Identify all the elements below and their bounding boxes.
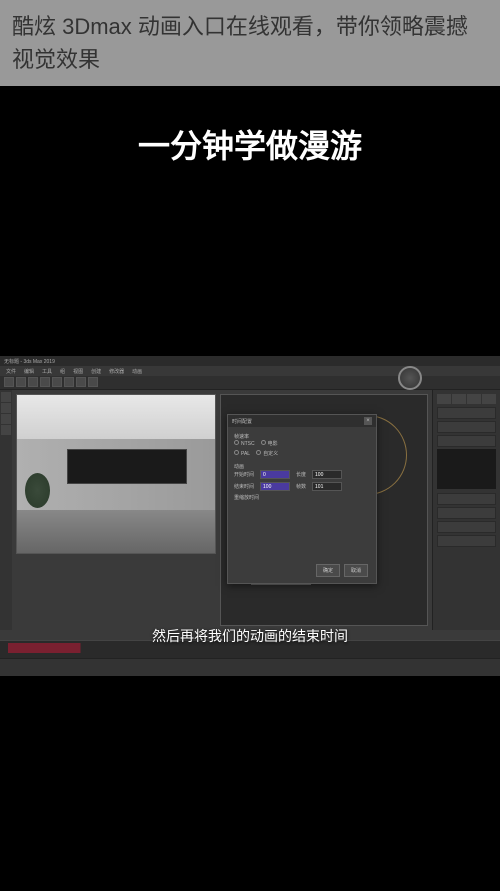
radio-label: NTSC [241, 441, 255, 447]
menubar: 文件 编辑 工具 组 视图 创建 修改器 动画 [0, 366, 500, 376]
radio-label: 自定义 [263, 451, 278, 457]
radio-icon[interactable] [261, 440, 266, 445]
article-title: 酷炫 3Dmax 动画入口在线观看，带你领略震撼视觉效果 [0, 0, 500, 86]
menu-item[interactable]: 编辑 [24, 368, 34, 375]
tool-button[interactable] [1, 403, 11, 413]
cancel-button[interactable]: 取消 [344, 564, 368, 577]
viewports: 时间配置 × 帧速率 NTSC 电影 PAL 自定义 [12, 390, 432, 630]
menu-item[interactable]: 文件 [6, 368, 16, 375]
menu-item[interactable]: 组 [60, 368, 65, 375]
menu-item[interactable]: 创建 [91, 368, 101, 375]
tool-button[interactable] [1, 414, 11, 424]
menu-item[interactable]: 动画 [132, 368, 142, 375]
dialog-title-text: 时间配置 [232, 418, 252, 425]
menu-item[interactable]: 视图 [73, 368, 83, 375]
select-icon[interactable] [28, 377, 38, 387]
length-input[interactable] [312, 470, 342, 479]
panel-row[interactable] [437, 535, 496, 547]
panel-row[interactable] [437, 421, 496, 433]
panel-row[interactable] [437, 493, 496, 505]
radio-icon[interactable] [234, 440, 239, 445]
hierarchy-tab[interactable] [467, 394, 481, 404]
menu-item[interactable]: 工具 [42, 368, 52, 375]
field-label: 开始时间 [234, 471, 254, 478]
section-label: 动画 [234, 463, 370, 470]
time-configuration-dialog[interactable]: 时间配置 × 帧速率 NTSC 电影 PAL 自定义 [227, 414, 377, 584]
viewcube-icon[interactable] [398, 366, 422, 390]
section-label: 帧速率 [234, 433, 370, 440]
video-subtitle: 然后再将我们的动画的结束时间 [152, 626, 348, 646]
panel-preview [437, 449, 496, 489]
left-toolbar [0, 390, 12, 630]
radio-icon[interactable] [256, 450, 261, 455]
panel-row[interactable] [437, 435, 496, 447]
main-toolbar [0, 376, 500, 390]
field-label: 帧数 [296, 483, 306, 490]
command-panel [432, 390, 500, 630]
start-time-input[interactable] [260, 470, 290, 479]
statusbar [0, 658, 500, 676]
create-tab[interactable] [437, 394, 451, 404]
video-player[interactable]: 一分钟学做漫游 无标题 - 3ds Max 2019 文件 编辑 工具 组 视图… [0, 86, 500, 891]
tool-button[interactable] [1, 392, 11, 402]
rotate-icon[interactable] [52, 377, 62, 387]
move-icon[interactable] [40, 377, 50, 387]
titlebar: 无标题 - 3ds Max 2019 [0, 356, 500, 366]
undo-icon[interactable] [4, 377, 14, 387]
field-label: 长度 [296, 471, 306, 478]
motion-tab[interactable] [482, 394, 496, 404]
rescale-button[interactable]: 重缩放时间 [234, 494, 259, 501]
menu-item[interactable]: 修改器 [109, 368, 124, 375]
field-label: 结束时间 [234, 483, 254, 490]
3dsmax-window: 无标题 - 3ds Max 2019 文件 编辑 工具 组 视图 创建 修改器 … [0, 356, 500, 676]
radio-icon[interactable] [234, 450, 239, 455]
scene-plant [25, 473, 50, 523]
scene-ceiling [17, 395, 215, 439]
ok-button[interactable]: 确定 [316, 564, 340, 577]
modify-tab[interactable] [452, 394, 466, 404]
video-overlay-title: 一分钟学做漫游 [138, 121, 362, 167]
dialog-body: 帧速率 NTSC 电影 PAL 自定义 动画 [228, 427, 376, 513]
end-time-input[interactable] [260, 482, 290, 491]
render-icon[interactable] [88, 377, 98, 387]
snap-icon[interactable] [76, 377, 86, 387]
close-icon[interactable]: × [364, 417, 372, 425]
panel-row[interactable] [437, 521, 496, 533]
frame-count-input[interactable] [312, 482, 342, 491]
radio-label: 电影 [268, 441, 278, 447]
workspace: 时间配置 × 帧速率 NTSC 电影 PAL 自定义 [0, 390, 500, 630]
panel-row[interactable] [437, 507, 496, 519]
redo-icon[interactable] [16, 377, 26, 387]
perspective-viewport[interactable] [16, 394, 216, 554]
radio-label: PAL [241, 451, 250, 457]
tool-button[interactable] [1, 425, 11, 435]
scene-tv [67, 449, 187, 484]
panel-row[interactable] [437, 407, 496, 419]
scale-icon[interactable] [64, 377, 74, 387]
dialog-titlebar[interactable]: 时间配置 × [228, 415, 376, 427]
